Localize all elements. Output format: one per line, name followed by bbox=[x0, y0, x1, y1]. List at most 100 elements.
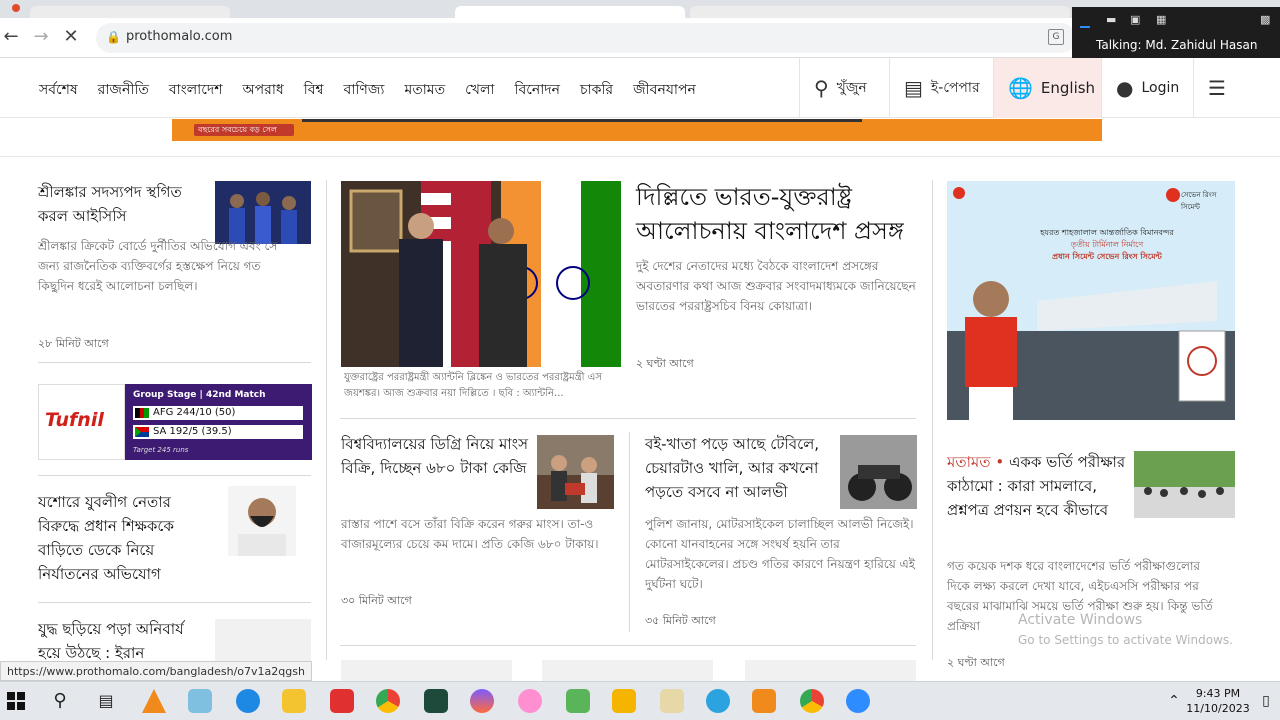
cement-ad[interactable]: হযরত শাহজালাল আন্তর্জাতিক বিমানবন্দর তৃত… bbox=[947, 181, 1235, 420]
browser-tab[interactable] bbox=[690, 6, 1070, 18]
app-icon[interactable] bbox=[612, 689, 636, 713]
newspaper-icon: ▤ bbox=[904, 76, 923, 100]
story-title[interactable]: যশোরে যুবলীগ নেতার বিরুদ্ধে প্রধান শিক্ষ… bbox=[38, 490, 203, 586]
windows-taskbar: ⚲ ▤ ⌃ 9:43 PM 11/10/2023 ▯ bbox=[0, 681, 1280, 720]
story-title[interactable]: বই-খাতা পড়ে আছে টেবিলে, চেয়ারটাও খালি,… bbox=[645, 432, 835, 504]
zoom-icon[interactable] bbox=[846, 689, 870, 713]
story-thumbnail[interactable] bbox=[1134, 451, 1235, 518]
row-divider bbox=[38, 475, 311, 476]
nav-item[interactable]: অপরাধ bbox=[242, 82, 283, 98]
nav-item[interactable]: খেলা bbox=[465, 82, 494, 98]
score-panel: Group Stage | 42nd Match AFG 244/10 (50)… bbox=[125, 384, 312, 460]
notification-icon[interactable]: ▯ bbox=[1254, 689, 1278, 713]
story-thumbnail[interactable] bbox=[341, 660, 512, 681]
exit-fullscreen-icon[interactable]: ▩ bbox=[1260, 13, 1270, 26]
ad-banner[interactable]: বছরের সবচেয়ে বড় সেল bbox=[172, 119, 1102, 141]
nav-item[interactable]: বাংলাদেশ bbox=[169, 82, 223, 98]
sponsor-logo: Tufnil bbox=[45, 409, 104, 431]
telegram-icon[interactable] bbox=[706, 689, 730, 713]
app-icon[interactable] bbox=[470, 689, 494, 713]
omnibox[interactable]: 🔒 prothomalo.com G bbox=[96, 23, 1076, 53]
link-status-bar: https://www.prothomalo.com/bangladesh/o7… bbox=[0, 661, 312, 681]
grid-icon[interactable]: ▦ bbox=[1156, 13, 1166, 26]
view-icon[interactable]: ▣ bbox=[1130, 13, 1140, 26]
translate-icon[interactable]: G bbox=[1048, 29, 1064, 45]
match-stage: Group Stage | 42nd Match bbox=[133, 390, 266, 400]
opinion-title-block[interactable]: মতামত • একক ভর্তি পরীক্ষার কাঠামো : কারা… bbox=[947, 450, 1127, 522]
nav-item[interactable]: রাজনীতি bbox=[98, 82, 149, 98]
top-ad-strip: বছরের সবচেয়ে বড় সেল bbox=[0, 119, 1280, 157]
clock-date: 11/10/2023 bbox=[1186, 702, 1250, 715]
ad-tag-text: বছরের সবচেয়ে বড় সেল bbox=[198, 125, 277, 134]
nav-item[interactable]: জীবনযাপন bbox=[633, 82, 696, 98]
search-icon[interactable]: ⚲ bbox=[48, 689, 72, 713]
browser-tab[interactable] bbox=[30, 6, 230, 18]
team-score: AFG 244/10 (50) bbox=[153, 407, 236, 418]
nav-item[interactable]: চাকরি bbox=[580, 82, 613, 98]
story-title[interactable]: শ্রীলঙ্কার সদস্যপদ স্থগিত করল আইসিসি bbox=[38, 180, 208, 228]
story-thumbnail[interactable] bbox=[542, 660, 713, 681]
stop-loading-button[interactable]: ✕ bbox=[60, 26, 82, 48]
nav-item[interactable]: বিশ্ব bbox=[304, 82, 324, 98]
app-icon[interactable] bbox=[424, 689, 448, 713]
story-title[interactable]: যুদ্ধ ছড়িয়ে পড়া অনিবার্য হয়ে উঠছে : … bbox=[38, 617, 208, 665]
bullet-icon: • bbox=[995, 453, 1009, 471]
calculator-icon[interactable] bbox=[566, 689, 590, 713]
file-explorer-icon[interactable] bbox=[282, 689, 306, 713]
windows-activation-watermark: Activate Windows Go to Settings to activ… bbox=[1018, 610, 1233, 650]
task-view-icon[interactable]: ▤ bbox=[94, 689, 118, 713]
clock-time: 9:43 PM bbox=[1195, 687, 1241, 700]
story-thumbnail[interactable] bbox=[228, 486, 296, 556]
chrome-icon[interactable] bbox=[376, 689, 400, 713]
story-thumbnail[interactable] bbox=[215, 181, 311, 244]
live-score-card[interactable]: Tufnil Group Stage | 42nd Match AFG 244/… bbox=[38, 384, 312, 460]
user-icon: ● bbox=[1116, 76, 1134, 100]
story-thumbnail[interactable] bbox=[537, 435, 614, 509]
ad-text: হযরত শাহজালাল আন্তর্জাতিক বিমানবন্দর তৃত… bbox=[1007, 227, 1207, 263]
login-button[interactable]: ● Login bbox=[1101, 58, 1193, 118]
nav-item[interactable]: সর্বশেষ bbox=[39, 82, 78, 98]
team-score-row: SA 192/5 (39.5) bbox=[133, 425, 303, 439]
nav-item[interactable]: বাণিজ্য bbox=[344, 82, 385, 98]
nav-item[interactable]: বিনোদন bbox=[514, 82, 560, 98]
match-target: Target 245 runs bbox=[133, 446, 189, 454]
search-label: খুঁজুন bbox=[836, 80, 867, 96]
app-icon[interactable] bbox=[188, 689, 212, 713]
story-time: ৩৫ মিনিট আগে bbox=[645, 614, 716, 627]
nav-item[interactable]: মতামত bbox=[404, 82, 445, 98]
language-label: English bbox=[1040, 79, 1096, 97]
story-thumbnail[interactable] bbox=[215, 619, 311, 661]
chevron-up-icon[interactable]: ⌃ bbox=[1162, 689, 1186, 713]
windows-start-icon[interactable] bbox=[4, 689, 28, 713]
activate-title: Activate Windows bbox=[1018, 612, 1143, 628]
system-clock[interactable]: 9:43 PM 11/10/2023 bbox=[1186, 686, 1250, 716]
window-minimize-icon[interactable]: ▬ bbox=[1106, 13, 1116, 26]
edge-icon[interactable] bbox=[236, 689, 260, 713]
story-time: ২৮ মিনিট আগে bbox=[38, 337, 109, 350]
story-title[interactable]: বিশ্ববিদ্যালয়ের ডিগ্রি নিয়ে মাংস বিক্র… bbox=[341, 432, 531, 480]
language-button[interactable]: 🌐 English bbox=[993, 58, 1101, 118]
epaper-button[interactable]: ▤ ই-পেপার bbox=[889, 58, 993, 118]
app-icon[interactable] bbox=[752, 689, 776, 713]
vlc-icon[interactable] bbox=[142, 689, 166, 713]
search-button[interactable]: ⚲ খুঁজুন bbox=[799, 58, 889, 118]
sa-flag-icon bbox=[135, 427, 149, 437]
row-divider bbox=[340, 418, 916, 419]
story-summary: পুলিশ জানায়, মোটরসাইকেল চালাচ্ছিল আলভী … bbox=[645, 517, 915, 591]
browser-tab-active[interactable] bbox=[455, 6, 685, 18]
hamburger-menu-button[interactable]: ☰ bbox=[1193, 58, 1243, 118]
forward-button[interactable]: → bbox=[30, 26, 52, 48]
ad-line: হযরত শাহজালাল আন্তর্জাতিক বিমানবন্দর bbox=[1040, 228, 1174, 237]
url-text[interactable]: prothomalo.com bbox=[126, 29, 232, 44]
paint-icon[interactable] bbox=[660, 689, 684, 713]
login-label: Login bbox=[1141, 80, 1180, 96]
story-thumbnail[interactable] bbox=[840, 435, 917, 509]
app-icon[interactable] bbox=[518, 689, 542, 713]
story-thumbnail[interactable] bbox=[745, 660, 916, 681]
vivaldi-icon[interactable] bbox=[330, 689, 354, 713]
lead-story-image[interactable] bbox=[341, 181, 621, 367]
ad-line: তৃতীয় টার্মিনাল নির্মাণে bbox=[1070, 240, 1144, 249]
lead-story-title[interactable]: দিল্লিতে ভারত-যুক্তরাষ্ট্র আলোচনায় বাংল… bbox=[636, 180, 916, 248]
chrome-icon[interactable] bbox=[800, 689, 824, 713]
back-button[interactable]: ← bbox=[0, 26, 22, 48]
